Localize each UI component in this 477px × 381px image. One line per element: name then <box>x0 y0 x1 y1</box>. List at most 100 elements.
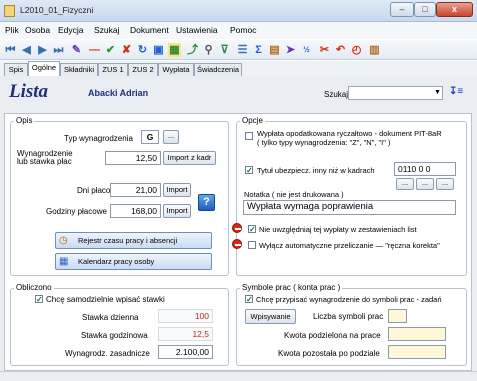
kwota-podz-field[interactable] <box>388 327 446 341</box>
tytul-ellipsis-2[interactable]: ... <box>416 178 434 190</box>
app-icon <box>4 5 15 17</box>
opis-title: Opis <box>14 116 35 125</box>
stop-icon <box>232 223 242 233</box>
godz-stawka-label: Stawka godzinowa <box>81 331 148 340</box>
menu-ustawienia[interactable]: Ustawienia <box>176 25 218 35</box>
typ-ellipsis-button[interactable]: ... <box>163 130 179 144</box>
sum-icon[interactable]: Σ <box>252 43 265 57</box>
confirm-icon[interactable]: ✔ <box>104 43 117 57</box>
tytul-label: Tytuł ubezpiecz. inny niż w kadrach <box>257 166 375 175</box>
wyn-field[interactable]: 12,50 <box>105 151 161 165</box>
settings-icon[interactable]: ▥ <box>368 43 381 57</box>
tytul-checkbox[interactable]: ✓ <box>245 166 253 175</box>
menu-edycja[interactable]: Edycja <box>58 25 84 35</box>
rejestr-button[interactable]: Rejestr czasu pracy i absencji <box>55 232 212 249</box>
symbole-checkbox[interactable]: ✓ <box>245 295 253 304</box>
clock-icon: ◷ <box>59 235 68 246</box>
kwota-podz-label: Kwota podzielona na prace <box>284 331 381 340</box>
menu-plik[interactable]: Plik <box>5 25 19 35</box>
cancel-icon[interactable]: ✘ <box>120 43 133 57</box>
refresh-icon[interactable]: ↻ <box>136 43 149 57</box>
kwota-poz-label: Kwota pozostała po podziale <box>278 349 380 358</box>
stop-icon <box>232 239 242 249</box>
dni-import-button[interactable]: Import <box>163 183 191 197</box>
tytul-ellipsis-1[interactable]: ... <box>396 178 414 190</box>
liczba-label: Liczba symboli prac <box>313 312 384 321</box>
nie-uwzgl-checkbox[interactable]: ✓ <box>248 225 256 234</box>
filter-icon[interactable]: ⊽ <box>218 43 231 57</box>
obliczono-check-label: Chcę samodzielnie wpisać stawki <box>46 295 165 304</box>
tab-spis[interactable]: Spis <box>4 63 28 76</box>
first-record-icon[interactable]: ⏮ <box>4 43 17 57</box>
tab-skladniki[interactable]: Składniki <box>60 63 98 76</box>
minimize-icon[interactable]: – <box>390 2 414 17</box>
wyn-label-2: lub stawka płac <box>17 157 72 166</box>
zasad-field[interactable]: 2.100,00 <box>158 345 213 359</box>
typ-field[interactable]: G <box>141 130 159 144</box>
clock-icon[interactable]: ◴ <box>350 43 363 57</box>
liczba-field[interactable] <box>388 309 407 323</box>
nie-uwzgl-label: Nie uwzględniaj tej wypłaty w zestawieni… <box>259 225 417 234</box>
tab-zus2[interactable]: ZUS 2 <box>128 63 158 76</box>
notatka-field[interactable]: Wypłata wymaga poprawienia <box>243 200 456 215</box>
tab-wyplata[interactable]: Wypłata <box>158 63 194 76</box>
dni-field[interactable]: 21,00 <box>110 183 161 197</box>
wylacz-label: Wyłącz automatyczne przeliczanie — "ręcz… <box>259 241 440 250</box>
help-icon[interactable]: ? <box>198 194 215 211</box>
menu-pomoc[interactable]: Pomoc <box>230 25 256 35</box>
godz-import-button[interactable]: Import <box>163 204 191 218</box>
menu-osoba[interactable]: Osoba <box>25 25 50 35</box>
list-icon[interactable]: ☰ <box>236 43 249 57</box>
dropdown-arrow-icon[interactable]: ▼ <box>434 89 441 96</box>
kalendarz-button[interactable]: Kalendarz pracy osoby <box>55 253 212 270</box>
godz-stawka-field[interactable]: 12,5 <box>158 327 213 341</box>
maximize-icon[interactable]: □ <box>414 2 436 17</box>
close-icon[interactable]: x <box>436 2 473 17</box>
formula-icon[interactable]: ½ <box>300 43 313 57</box>
person-name: Abacki Adrian <box>88 88 149 98</box>
wpisywanie-button[interactable]: Wpisywanie <box>245 309 296 324</box>
typ-label: Typ wynagrodzenia <box>64 134 133 143</box>
zasad-label: Wynagrodz. zasadnicze <box>65 349 150 358</box>
ryczalt-checkbox[interactable] <box>245 132 253 140</box>
kwota-poz-field[interactable] <box>388 345 446 359</box>
import-kadr-button[interactable]: Import z kadr <box>163 151 216 165</box>
godz-field[interactable]: 168,00 <box>110 204 161 218</box>
save-icon[interactable]: ▣ <box>152 43 165 57</box>
sort-filter-icon[interactable]: ↧≡ <box>449 86 463 100</box>
obliczono-title: Obliczono <box>14 283 54 292</box>
godz-label: Godziny płacowe <box>46 207 107 216</box>
prev-record-icon[interactable]: ◀ <box>20 43 33 57</box>
edit-icon[interactable]: ✎ <box>70 43 83 57</box>
menu-dokument[interactable]: Dokument <box>130 25 169 35</box>
dzienna-label: Stawka dzienna <box>82 313 139 322</box>
tytul-ellipsis-3[interactable]: ... <box>436 178 454 190</box>
calculator-icon[interactable]: ▦ <box>168 43 181 57</box>
tools-icon[interactable]: ✂ <box>318 43 331 57</box>
last-record-icon[interactable]: ⏭ <box>52 43 65 57</box>
kalendarz-label: Kalendarz pracy osoby <box>78 257 155 266</box>
search-label: Szukaj <box>324 90 349 99</box>
search-icon[interactable]: ⚲ <box>202 43 215 57</box>
wylacz-checkbox[interactable] <box>248 241 256 249</box>
status-bar <box>0 371 477 381</box>
calendar-icon: ▦ <box>59 256 69 267</box>
delete-icon[interactable]: — <box>88 43 101 57</box>
search-input[interactable] <box>348 86 443 100</box>
menu-szukaj[interactable]: Szukaj <box>94 25 120 35</box>
symbole-title: Symbole prac ( konta prac ) <box>240 283 343 292</box>
window-title: L2010_01_Fizyczni <box>20 5 94 15</box>
export-icon[interactable]: ⤴ <box>186 43 199 57</box>
tab-ogolne[interactable]: Ogólne <box>28 61 60 77</box>
dzienna-field[interactable]: 100 <box>158 309 213 323</box>
tag-icon[interactable]: ➤ <box>284 43 297 57</box>
undo-icon[interactable]: ↶ <box>334 43 347 57</box>
tab-swiadczenia[interactable]: Świadczenia <box>194 63 242 76</box>
ryczalt-label-1: Wypłata opodatkowana ryczałtowo - dokume… <box>257 129 442 138</box>
tab-zus1[interactable]: ZUS 1 <box>98 63 128 76</box>
lista-logo: Lista <box>9 81 49 102</box>
obliczono-checkbox[interactable]: ✓ <box>35 295 43 304</box>
next-record-icon[interactable]: ▶ <box>36 43 49 57</box>
report-icon[interactable]: ▤ <box>268 43 281 57</box>
tytul-field[interactable]: 0110 0 0 <box>394 162 456 176</box>
